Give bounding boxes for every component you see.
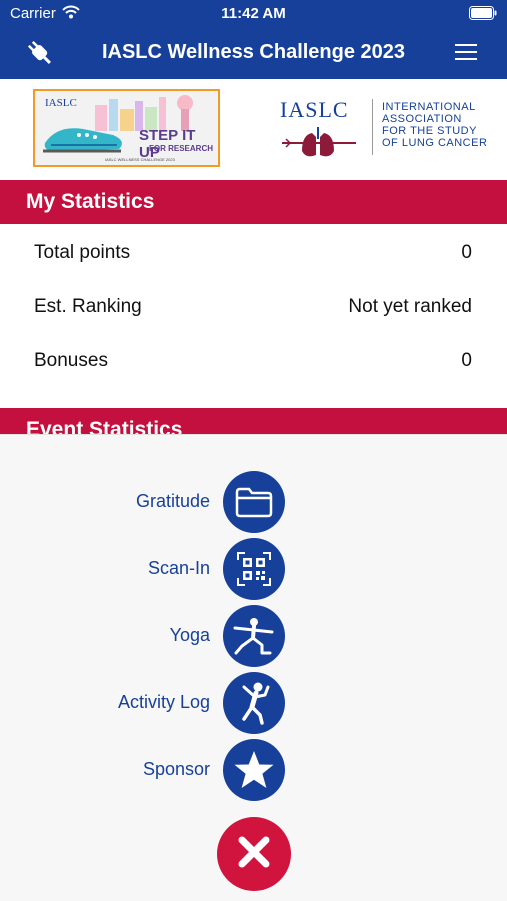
close-button[interactable] — [217, 817, 291, 891]
my-statistics-header: My Statistics — [0, 180, 507, 224]
fab-label[interactable]: Sponsor — [143, 759, 210, 780]
fab-item-scan-in[interactable]: Scan-In — [0, 538, 507, 600]
event-logo-footer: IASLC WELLNESS CHALLENGE 2023 — [105, 157, 175, 162]
fab-item-yoga[interactable]: Yoga — [0, 605, 507, 667]
battery-icon — [469, 6, 497, 24]
event-logo-org: IASLC — [45, 97, 77, 109]
iaslc-name-line: INTERNATIONAL — [382, 101, 476, 113]
running-person-icon[interactable] — [223, 672, 285, 734]
stat-label: Total points — [34, 242, 131, 263]
iaslc-logo-acronym: IASLC — [280, 97, 349, 122]
iaslc-logo: IASLC INTERNATIONAL ASSOCIATION FOR THE … — [280, 97, 490, 161]
stat-row-bonuses: Bonuses 0 — [34, 350, 472, 380]
stat-row-total-points: Total points 0 — [34, 242, 472, 272]
fab-label[interactable]: Scan-In — [148, 558, 210, 579]
folder-icon[interactable] — [223, 471, 285, 533]
page-title: IASLC Wellness Challenge 2023 — [101, 41, 406, 63]
my-statistics-title: My Statistics — [26, 190, 155, 213]
nav-bar: IASLC Wellness Challenge 2023 — [0, 28, 507, 79]
fab-menu-overlay: Gratitude Scan-In Yoga Activity Log Spon… — [0, 434, 507, 901]
qr-code-icon[interactable] — [223, 538, 285, 600]
fab-label[interactable]: Gratitude — [136, 491, 210, 512]
fab-label[interactable]: Yoga — [170, 625, 210, 646]
iaslc-name-line: ASSOCIATION — [382, 113, 462, 125]
iaslc-logo-divider — [372, 99, 373, 155]
iaslc-name-line: OF LUNG CANCER — [382, 137, 488, 149]
stat-row-ranking: Est. Ranking Not yet ranked — [34, 296, 472, 326]
status-bar: Carrier 11:42 AM — [0, 0, 507, 28]
iaslc-name-line: FOR THE STUDY — [382, 125, 477, 137]
stat-label: Bonuses — [34, 350, 108, 371]
fab-label[interactable]: Activity Log — [118, 692, 210, 713]
lungs-icon — [282, 127, 356, 157]
stat-value: Not yet ranked — [348, 296, 472, 317]
stat-label: Est. Ranking — [34, 296, 142, 317]
fab-item-sponsor[interactable]: Sponsor — [0, 739, 507, 801]
event-logo: IASLC STEP IT UP FOR RESEARCH IASLC WELL… — [33, 89, 220, 167]
fab-item-gratitude[interactable]: Gratitude — [0, 471, 507, 533]
event-logo-line2: FOR RESEARCH — [149, 144, 214, 153]
stat-value: 0 — [461, 242, 472, 263]
status-time: 11:42 AM — [221, 5, 286, 22]
banner: IASLC STEP IT UP FOR RESEARCH IASLC WELL… — [0, 79, 507, 180]
hamburger-menu-icon[interactable] — [455, 42, 477, 67]
fab-item-activity-log[interactable]: Activity Log — [0, 672, 507, 734]
yoga-pose-icon[interactable] — [223, 605, 285, 667]
stat-value: 0 — [461, 350, 472, 371]
close-x-icon[interactable] — [237, 835, 271, 874]
iaslc-logo-name: INTERNATIONAL ASSOCIATION FOR THE STUDY … — [382, 101, 487, 149]
star-icon[interactable] — [223, 739, 285, 801]
